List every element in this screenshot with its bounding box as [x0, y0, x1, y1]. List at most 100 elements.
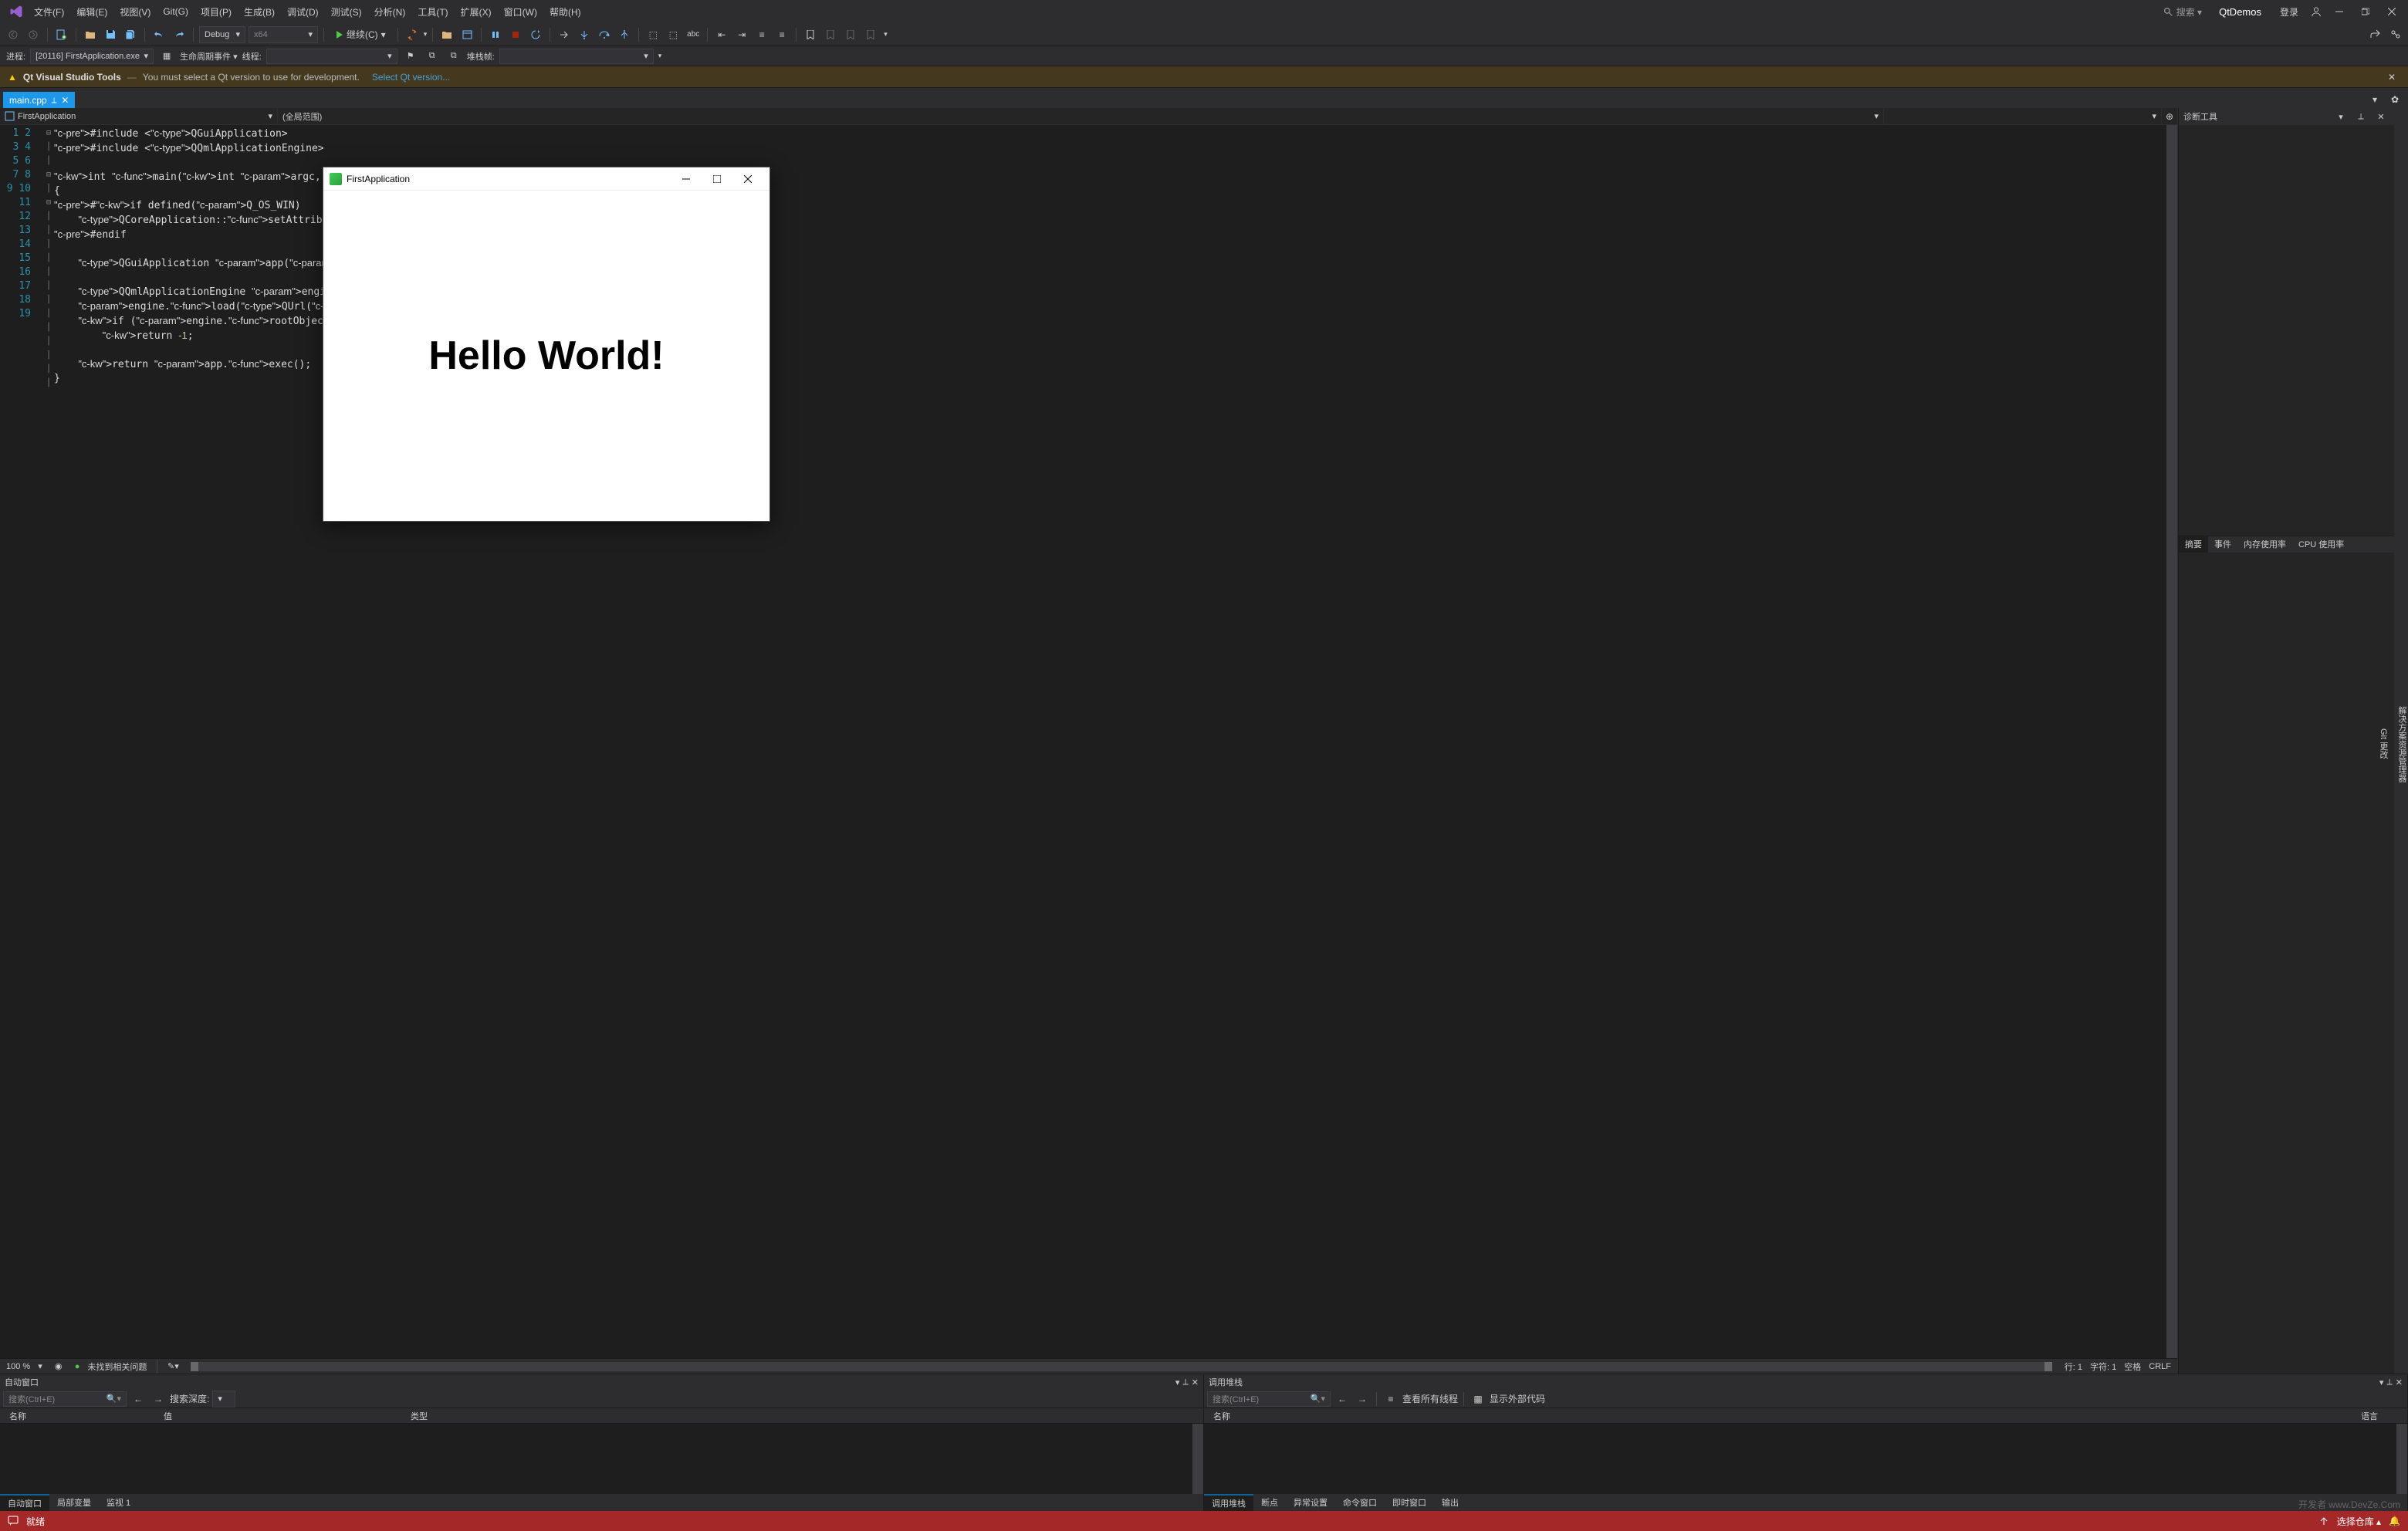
menu-view[interactable]: 视图(V)	[113, 2, 157, 22]
undo-icon[interactable]	[150, 26, 167, 43]
auto-fwd-icon[interactable]: →	[150, 1391, 167, 1408]
menu-project[interactable]: 项目(P)	[194, 2, 238, 22]
view-all-threads[interactable]: 查看所有线程	[1402, 1392, 1458, 1405]
side-tab-solution[interactable]: 解决方案资源管理器	[2396, 706, 2408, 782]
thread-dropdown[interactable]: ▾	[266, 49, 397, 64]
bookmark-prev-icon[interactable]	[822, 26, 839, 43]
step-into-icon[interactable]	[576, 26, 593, 43]
stack-close-icon[interactable]: ✕	[2396, 1377, 2403, 1387]
redo-icon[interactable]	[171, 26, 188, 43]
nav-member-dropdown[interactable]: ▾	[1884, 108, 2162, 124]
step-over-icon[interactable]	[596, 26, 613, 43]
pause-icon[interactable]	[487, 26, 504, 43]
menu-tools[interactable]: 工具(T)	[411, 2, 454, 22]
indent-mode[interactable]: 空格	[2124, 1360, 2141, 1373]
auto-scrollbar[interactable]	[1192, 1424, 1203, 1494]
auto-depth-dropdown[interactable]: ▾	[212, 1391, 235, 1408]
continue-button[interactable]: 继续(C)▾	[330, 26, 392, 43]
bookmark-clear-icon[interactable]	[862, 26, 879, 43]
stack-col-lang[interactable]: 语言	[2356, 1408, 2403, 1423]
diag-tab-memory[interactable]: 内存使用率	[2237, 536, 2292, 553]
menu-file[interactable]: 文件(F)	[28, 2, 70, 22]
window-minimize-icon[interactable]	[2328, 2, 2351, 21]
stack-fwd-icon[interactable]: →	[1354, 1391, 1371, 1408]
menu-extensions[interactable]: 扩展(X)	[455, 2, 498, 22]
save-icon[interactable]	[102, 26, 119, 43]
select-repo[interactable]: 选择仓库 ▴	[2337, 1515, 2381, 1528]
auto-pin-icon[interactable]: ⟂	[1182, 1377, 1188, 1387]
show-external-code[interactable]: 显示外部代码	[1490, 1392, 1545, 1405]
select-qt-link[interactable]: Select Qt version...	[372, 72, 450, 83]
tab-watch1[interactable]: 监视 1	[99, 1495, 138, 1510]
search-box[interactable]: 搜索 ▾	[2159, 4, 2207, 20]
nav-fwd-icon[interactable]	[25, 26, 42, 43]
brush-icon[interactable]: ✎▾	[164, 1358, 181, 1375]
stack-col-name[interactable]: 名称	[1209, 1408, 2356, 1423]
tab-command[interactable]: 命令窗口	[1335, 1495, 1385, 1510]
editor-vertical-scrollbar[interactable]	[2166, 125, 2177, 1358]
platform-dropdown[interactable]: x64▾	[249, 26, 318, 43]
diag-tab-cpu[interactable]: CPU 使用率	[2292, 536, 2350, 553]
code-editor[interactable]: 1 2 3 4 5 6 7 8 9 10 11 12 13 14 15 16 1…	[0, 125, 2177, 1358]
nav-project-dropdown[interactable]: FirstApplication▾	[0, 108, 278, 124]
bp-btn-1[interactable]: ⬚	[644, 26, 661, 43]
window-icon[interactable]	[458, 26, 475, 43]
auto-close-icon[interactable]: ✕	[1192, 1377, 1199, 1387]
notifications-icon[interactable]: 🔔	[2389, 1516, 2400, 1526]
stop-icon[interactable]	[507, 26, 524, 43]
app-minimize-icon[interactable]	[671, 168, 702, 190]
login-button[interactable]: 登录	[2274, 2, 2305, 22]
comment-icon[interactable]: ≡	[753, 26, 770, 43]
restart-icon[interactable]	[527, 26, 544, 43]
stack-dropdown[interactable]: ▾	[499, 49, 654, 64]
auto-back-icon[interactable]: ←	[130, 1391, 147, 1408]
editor-horizontal-scrollbar[interactable]	[191, 1362, 2051, 1371]
pin-icon[interactable]: ⟂	[52, 96, 57, 105]
share-icon[interactable]	[2366, 26, 2383, 43]
menu-analyze[interactable]: 分析(N)	[368, 2, 412, 22]
arrow-up-icon[interactable]	[2319, 1516, 2329, 1526]
tab-auto-window[interactable]: 自动窗口	[0, 1494, 49, 1511]
diag-tab-events[interactable]: 事件	[2208, 536, 2237, 553]
outdent-icon[interactable]: ⇥	[733, 26, 750, 43]
stack-back-icon[interactable]: ←	[1334, 1391, 1351, 1408]
app-maximize-icon[interactable]	[702, 168, 732, 190]
menu-edit[interactable]: 编辑(E)	[70, 2, 113, 22]
save-all-icon[interactable]	[122, 26, 139, 43]
indent-icon[interactable]: ⇤	[713, 26, 730, 43]
stack-search-input[interactable]: 搜索(Ctrl+E)🔍▾	[1207, 1391, 1331, 1407]
flag-icon[interactable]: ⚑	[402, 48, 419, 65]
config-dropdown[interactable]: Debug▾	[199, 26, 245, 43]
menu-debug[interactable]: 调试(D)	[281, 2, 325, 22]
menu-window[interactable]: 窗口(W)	[498, 2, 543, 22]
auto-search-input[interactable]: 搜索(Ctrl+E)🔍▾	[3, 1391, 127, 1407]
nav-scope-dropdown[interactable]: (全局范围)▾	[278, 108, 1884, 124]
folder-icon[interactable]	[438, 26, 455, 43]
thread-icon[interactable]: ⧉	[424, 48, 441, 65]
diag-tab-summary[interactable]: 摘要	[2179, 536, 2208, 553]
auto-col-value[interactable]: 值	[159, 1408, 406, 1423]
nav-back-icon[interactable]	[5, 26, 22, 43]
notify-close-icon[interactable]: ✕	[2383, 72, 2400, 83]
threads-icon[interactable]: ≡	[1382, 1391, 1399, 1408]
fold-column[interactable]: ⊟ │ │ ⊟ │ ⊟ │ │ │ │ │ │ │ │ │ │ │ │ │	[43, 125, 54, 1358]
process-dropdown[interactable]: [20116] FirstApplication.exe▾	[30, 49, 154, 64]
tab-dropdown-icon[interactable]: ▾	[2366, 91, 2383, 108]
zoom-level[interactable]: 100 %	[6, 1362, 30, 1371]
window-restore-icon[interactable]	[2354, 2, 2377, 21]
bp-btn-2[interactable]: ⬚	[665, 26, 681, 43]
bookmark-icon[interactable]	[802, 26, 819, 43]
diag-close-icon[interactable]: ✕	[2372, 108, 2389, 125]
side-tab-git[interactable]: Git 更改	[2377, 728, 2389, 759]
menu-test[interactable]: 测试(S)	[325, 2, 368, 22]
auto-col-name[interactable]: 名称	[5, 1408, 159, 1423]
app-close-icon[interactable]	[732, 168, 763, 190]
file-tab-main-cpp[interactable]: main.cpp ⟂ ✕	[3, 92, 75, 108]
uncomment-icon[interactable]: ≡	[773, 26, 790, 43]
menu-git[interactable]: Git(G)	[157, 3, 194, 20]
stack-dd-icon[interactable]: ▾	[2379, 1377, 2384, 1387]
lifecycle-icon[interactable]: ▦	[158, 48, 175, 65]
new-item-icon[interactable]	[53, 26, 70, 43]
auto-col-type[interactable]: 类型	[406, 1408, 432, 1423]
bp-btn-3[interactable]: abc	[685, 26, 702, 43]
